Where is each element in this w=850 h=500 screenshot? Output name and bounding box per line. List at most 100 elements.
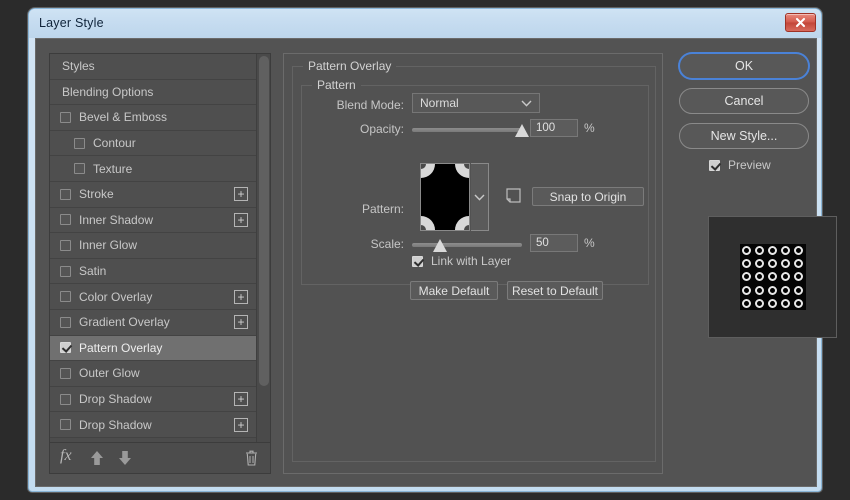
effect-toggle-checkbox[interactable] [60,419,71,431]
preview-ring [781,246,791,256]
effect-toggle-checkbox[interactable] [74,137,85,149]
effect-toggle-checkbox[interactable] [60,214,71,226]
snap-to-origin-label: Snap to Origin [549,189,627,204]
styles-list[interactable]: Styles Blending Options Bevel & Emboss Cont… [50,54,270,443]
new-preset-icon[interactable] [506,188,521,206]
effect-toggle-checkbox[interactable] [60,342,71,354]
effect-toggle-checkbox[interactable] [60,111,71,123]
styles-list-item-label: Drop Shadow [79,392,152,407]
new-style-label: New Style... [710,129,778,143]
arrow-down-icon[interactable] [118,450,132,468]
preview-ring [767,246,777,256]
scale-label: Scale: [370,237,404,251]
opacity-slider-knob[interactable] [515,124,529,137]
styles-list-item-inner-shadow[interactable]: Inner Shadow + [50,207,270,234]
new-style-button[interactable]: New Style... [679,123,809,149]
styles-list-item-label: Blending Options [62,84,154,99]
preview-ring [767,259,777,269]
make-default-label: Make Default [418,283,490,298]
styles-list-item-gradient-overlay[interactable]: Gradient Overlay + [50,309,270,336]
preview-ring [754,298,764,308]
styles-list-item-label: Gradient Overlay [79,315,170,330]
preview-ring [754,285,764,295]
add-effect-plus-icon[interactable]: + [234,187,248,202]
effect-toggle-checkbox[interactable] [74,163,85,175]
effect-toggle-checkbox[interactable] [60,265,71,277]
ok-button[interactable]: OK [679,53,809,79]
styles-list-item-bevel-emboss[interactable]: Bevel & Emboss [50,105,270,131]
preview-pattern-art [739,244,806,310]
styles-list-item-inner-glow[interactable]: Inner Glow [50,233,270,259]
link-with-layer-checkbox[interactable]: Link with Layer [412,254,511,268]
preview-ring [754,246,764,256]
scale-input[interactable]: 50 [530,234,578,252]
window-title: Layer Style [39,16,104,30]
reset-to-default-label: Reset to Default [511,283,599,298]
preview-ring [781,272,791,282]
trash-icon[interactable] [245,450,258,468]
make-default-button[interactable]: Make Default [410,281,498,300]
blend-mode-value: Normal [420,96,459,110]
opacity-value: 100 [536,122,556,134]
preview-ring [741,298,751,308]
add-effect-plus-icon[interactable]: + [234,212,248,227]
pattern-group-title: Pattern [312,78,361,92]
add-effect-plus-icon[interactable]: + [234,289,248,304]
styles-list-item-label: Contour [93,136,136,151]
pattern-overlay-group-title: Pattern Overlay [303,59,397,73]
styles-list-item-texture[interactable]: Texture [50,156,270,182]
reset-to-default-button[interactable]: Reset to Default [507,281,603,300]
add-effect-plus-icon[interactable]: + [234,417,248,432]
add-effect-plus-icon[interactable]: + [234,392,248,407]
fx-menu-icon[interactable]: fx [60,448,72,464]
styles-list-item-label: Drop Shadow [79,417,152,432]
styles-list-item-drop-shadow[interactable]: Drop Shadow + [50,386,270,413]
styles-list-item-color-overlay[interactable]: Color Overlay + [50,284,270,310]
layer-style-dialog: Layer Style Styles Blending Options Bevel … [28,8,837,492]
dialog-body: Styles Blending Options Bevel & Emboss Cont… [35,38,837,487]
chevron-down-icon [521,96,532,110]
effect-toggle-checkbox[interactable] [60,316,71,328]
close-icon[interactable] [785,13,816,32]
effect-toggle-checkbox[interactable] [60,188,71,200]
styles-list-item-satin[interactable]: Satin [50,258,270,285]
styles-scrollbar-thumb[interactable] [259,56,269,386]
styles-scrollbar[interactable] [256,54,270,443]
styles-list-item-contour[interactable]: Contour [50,130,270,157]
title-bar[interactable]: Layer Style [29,9,821,38]
opacity-input[interactable]: 100 [530,119,578,137]
arrow-up-icon[interactable] [90,450,104,468]
cancel-button[interactable]: Cancel [679,88,809,114]
preview-ring [741,285,751,295]
pattern-overlay-options: Pattern Overlay Pattern Blend Mode: Norm… [283,53,663,474]
opacity-unit: % [584,121,595,135]
effect-toggle-checkbox[interactable] [60,239,71,251]
styles-list-item-label: Texture [93,161,133,176]
preview-label: Preview [728,158,771,172]
scale-slider-knob[interactable] [432,239,447,252]
styles-list-item-pattern-overlay[interactable]: Pattern Overlay [50,335,270,362]
pattern-picker-dropdown[interactable] [471,163,489,231]
preview-ring [794,259,804,269]
styles-list-item-blending-options[interactable]: Blending Options [50,79,270,106]
add-effect-plus-icon[interactable]: + [234,315,248,330]
pattern-swatch-thumbnail[interactable] [420,163,470,231]
scale-slider[interactable] [412,239,522,252]
styles-list-item-drop-shadow[interactable]: Drop Shadow + [50,412,270,438]
preview-ring [767,285,777,295]
snap-to-origin-button[interactable]: Snap to Origin [532,187,644,206]
effect-toggle-checkbox[interactable] [60,291,71,303]
styles-list-item-outer-glow[interactable]: Outer Glow [50,361,270,387]
preview-checkbox[interactable]: Preview [709,158,771,172]
styles-list-item-label: Outer Glow [79,366,140,381]
blend-mode-dropdown[interactable]: Normal [412,93,540,113]
link-with-layer-check-icon [412,255,423,267]
ok-label: OK [734,59,754,73]
effect-toggle-checkbox[interactable] [60,367,71,379]
preview-check-icon [709,159,720,171]
styles-list-item-styles[interactable]: Styles [50,54,270,80]
effect-toggle-checkbox[interactable] [60,393,71,405]
opacity-slider[interactable] [412,124,529,137]
scale-unit: % [584,236,595,250]
styles-list-item-stroke[interactable]: Stroke + [50,181,270,208]
